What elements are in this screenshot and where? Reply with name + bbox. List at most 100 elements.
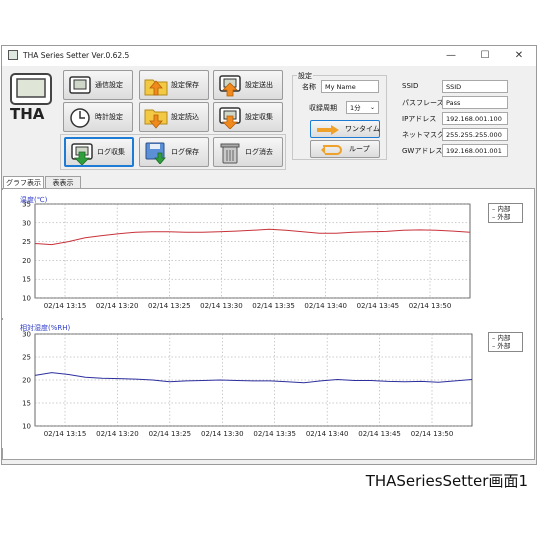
log-save-button[interactable]: ログ保存 — [139, 137, 209, 167]
y-tick-label: 35 — [22, 201, 31, 209]
x-tick-label: 02/14 13:15 — [44, 302, 87, 310]
passphrase-label: パスフレーズ — [402, 99, 444, 107]
passphrase-input[interactable]: Pass — [442, 96, 508, 109]
x-tick-label: 02/14 13:30 — [201, 430, 244, 438]
log-save-label: ログ保存 — [171, 148, 199, 156]
minimize-button[interactable]: — — [436, 48, 466, 63]
y-tick-label: 10 — [22, 423, 31, 431]
name-label: 名称 — [302, 83, 316, 91]
temperature-chart: 温度(℃) 10 15 20 25 30 35 02/14 13:15 02/14 13:20… — [2, 190, 533, 318]
oneshot-label: ワンタイム — [345, 125, 380, 133]
humidity-plot: 10 15 20 25 30 02/14 13:15 02/14 13:20 02/14 13… — [22, 331, 473, 438]
y-tick-label: 20 — [22, 257, 31, 265]
x-tick-label: 02/14 13:20 — [96, 430, 139, 438]
collect-settings-button[interactable]: 設定収集 — [213, 102, 283, 132]
y-tick-label: 15 — [22, 400, 31, 408]
x-tick-label: 02/14 13:25 — [148, 302, 191, 310]
humidity-legend: – 内部 – 外部 — [488, 332, 523, 352]
save-settings-button[interactable]: 設定保存 — [139, 70, 209, 100]
interval-label: 収録周期 — [309, 104, 337, 112]
device-up-icon — [219, 75, 241, 97]
y-tick-label: 25 — [22, 238, 31, 246]
close-button[interactable]: ✕ — [504, 48, 534, 63]
logo-text: THA — [10, 105, 45, 123]
legend-outer: – 外部 — [492, 342, 511, 350]
x-tick-label: 02/14 13:15 — [44, 430, 87, 438]
loop-label: ループ — [349, 145, 370, 153]
log-delete-label: ログ消去 — [245, 148, 273, 156]
settings-group-label: 設定 — [297, 71, 313, 81]
load-settings-button[interactable]: 設定読込 — [139, 102, 209, 132]
y-tick-label: 25 — [22, 354, 31, 362]
gw-label: GWアドレス — [402, 147, 443, 155]
floppy-save-icon — [145, 142, 166, 164]
series-line — [34, 372, 473, 384]
save-settings-label: 設定保存 — [171, 81, 199, 89]
humidity-chart: 相対湿度(%RH) 10 15 20 25 30 02/14 13:15 02/14 13:… — [2, 320, 533, 448]
device-logo: THA — [8, 72, 55, 126]
ip-label: IPアドレス — [402, 115, 437, 123]
interval-select[interactable]: 1分 ⌄ — [346, 101, 379, 114]
x-tick-label: 02/14 13:50 — [409, 302, 452, 310]
loop-button[interactable]: ループ — [310, 140, 380, 158]
folder-up-icon — [144, 79, 168, 96]
x-tick-label: 02/14 13:45 — [357, 302, 400, 310]
y-tick-label: 20 — [22, 377, 31, 385]
netmask-input[interactable]: 255.255.255.000 — [442, 128, 508, 141]
title-bar: THA Series Setter Ver.0.62.5 — ☐ ✕ — [2, 46, 536, 66]
arrow-right-icon — [317, 125, 339, 135]
device-down-icon — [219, 107, 241, 129]
x-tick-label: 02/14 13:35 — [252, 302, 295, 310]
x-tick-label: 02/14 13:50 — [411, 430, 454, 438]
x-tick-label: 02/14 13:25 — [149, 430, 192, 438]
name-input[interactable]: My Name — [321, 80, 379, 93]
clock-icon — [70, 108, 90, 128]
ssid-label: SSID — [402, 82, 419, 90]
clock-settings-label: 時計設定 — [95, 113, 123, 121]
loop-icon — [321, 145, 342, 155]
clock-settings-button[interactable]: 時計設定 — [63, 102, 133, 132]
trash-icon — [220, 143, 240, 164]
legend-inner: – 内部 — [492, 334, 511, 342]
x-tick-label: 02/14 13:30 — [200, 302, 243, 310]
oneshot-button[interactable]: ワンタイム — [310, 120, 380, 138]
x-tick-label: 02/14 13:20 — [96, 302, 139, 310]
gw-input[interactable]: 192.168.001.001 — [442, 144, 508, 157]
chevron-down-icon: ⌄ — [369, 104, 375, 111]
screenshot-caption: THASeriesSetter画面1 — [365, 472, 528, 490]
netmask-label: ネットマスク — [402, 131, 444, 139]
interval-value: 1分 — [350, 104, 361, 112]
status-bar — [2, 460, 536, 464]
device-settings-icon — [69, 76, 91, 94]
device-download-icon — [71, 143, 93, 165]
collect-settings-label: 設定収集 — [245, 113, 273, 121]
x-tick-label: 02/14 13:45 — [358, 430, 401, 438]
series-line — [34, 228, 471, 246]
legend-inner: – 内部 — [492, 205, 511, 213]
folder-down-icon — [144, 109, 168, 129]
send-settings-label: 設定送出 — [245, 81, 273, 89]
log-collect-label: ログ収集 — [97, 148, 125, 156]
ssid-input[interactable]: SSID — [442, 80, 508, 93]
window-title: THA Series Setter Ver.0.62.5 — [23, 51, 130, 60]
send-settings-button[interactable]: 設定送出 — [213, 70, 283, 100]
temperature-legend: – 内部 – 外部 — [488, 203, 523, 223]
app-icon — [8, 50, 18, 60]
temperature-plot: 10 15 20 25 30 35 02/14 13:15 02/14 13:20 02/14 … — [22, 201, 471, 310]
y-tick-label: 30 — [22, 331, 31, 339]
x-tick-label: 02/14 13:40 — [306, 430, 349, 438]
maximize-button[interactable]: ☐ — [470, 48, 500, 63]
log-collect-button[interactable]: ログ収集 — [64, 137, 134, 167]
log-delete-button[interactable]: ログ消去 — [213, 137, 283, 167]
x-tick-label: 02/14 13:35 — [253, 430, 296, 438]
ip-input[interactable]: 192.168.001.100 — [442, 112, 508, 125]
y-tick-label: 30 — [22, 219, 31, 227]
x-tick-label: 02/14 13:40 — [304, 302, 347, 310]
comm-settings-button[interactable]: 通信設定 — [63, 70, 133, 100]
y-tick-label: 10 — [22, 295, 31, 303]
plot-frame — [34, 203, 471, 299]
legend-outer: – 外部 — [492, 213, 511, 221]
load-settings-label: 設定読込 — [171, 113, 199, 121]
y-tick-label: 15 — [22, 276, 31, 284]
comm-settings-label: 通信設定 — [95, 81, 123, 89]
